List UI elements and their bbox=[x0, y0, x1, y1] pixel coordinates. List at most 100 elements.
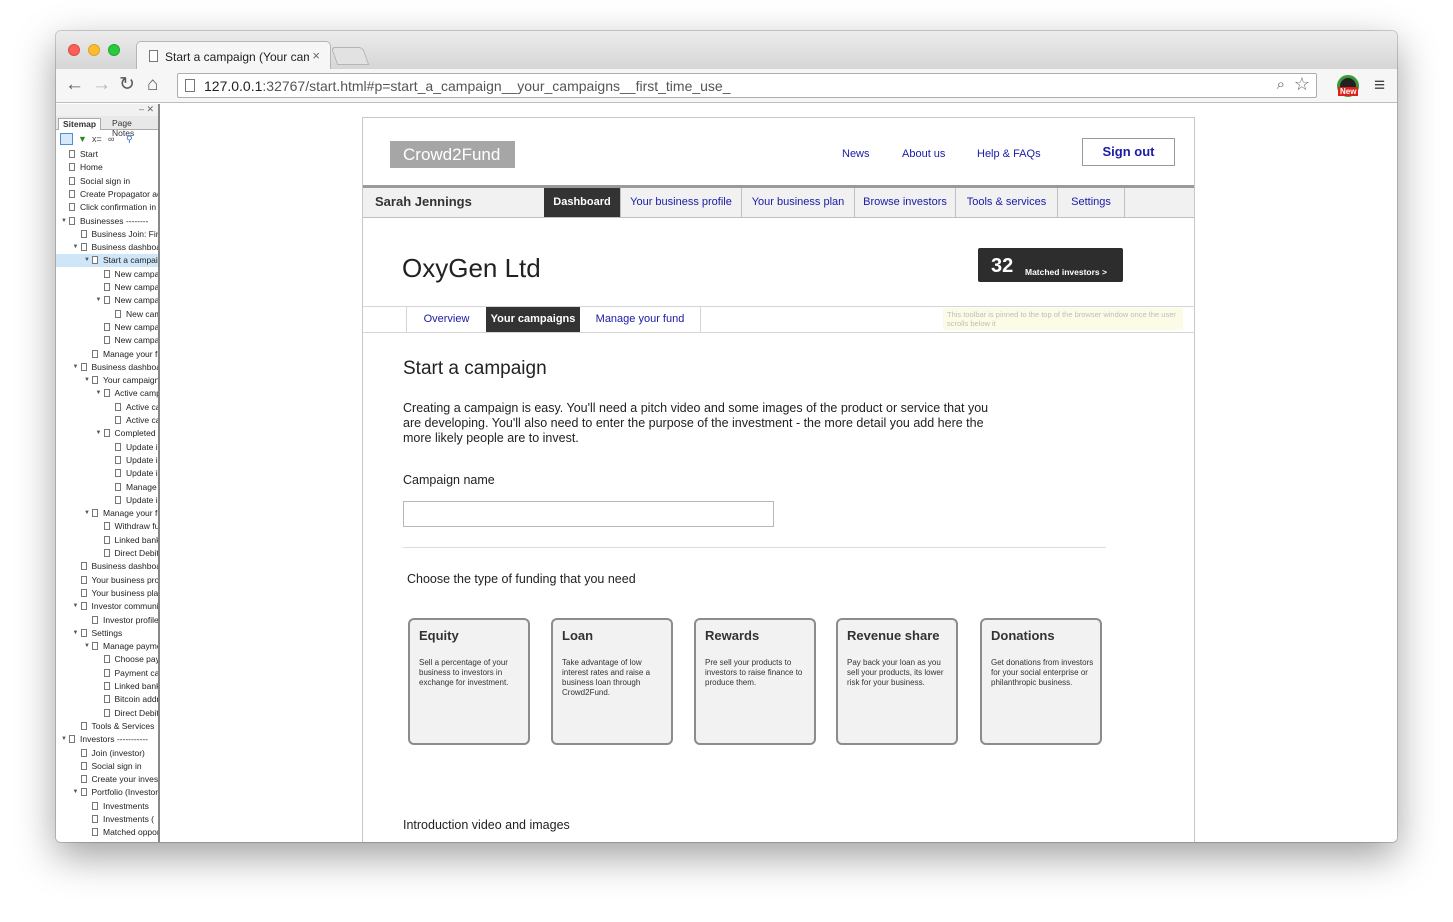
tab-close-icon[interactable]: × bbox=[312, 48, 320, 63]
sitemap-item[interactable]: Update investors bbox=[56, 467, 158, 480]
tab-your-campaigns[interactable]: Your campaigns bbox=[486, 307, 580, 332]
sitemap-item[interactable]: Business Join: First bbox=[56, 228, 158, 241]
sitemap-item[interactable]: Investments bbox=[56, 800, 158, 813]
sitemap-item[interactable]: ▼ Settings bbox=[56, 627, 158, 640]
expand-caret-icon[interactable]: ▼ bbox=[61, 733, 67, 746]
panel-controls[interactable]: ‒ ✕ bbox=[56, 104, 158, 116]
new-tab-button[interactable] bbox=[330, 47, 370, 65]
pages-icon[interactable] bbox=[60, 133, 73, 145]
expand-caret-icon[interactable]: ▼ bbox=[73, 627, 79, 640]
matched-investors-button[interactable]: 32 Matched investors > bbox=[978, 248, 1123, 282]
expand-caret-icon[interactable]: ▼ bbox=[73, 786, 79, 799]
nav-news[interactable]: News bbox=[842, 148, 870, 160]
sitemap-item[interactable]: Join (investor) bbox=[56, 747, 158, 760]
sitemap-item[interactable]: Create Propagator account bbox=[56, 188, 158, 201]
sitemap-item[interactable]: Create your investor bbox=[56, 773, 158, 786]
sitemap-item[interactable]: Social sign in bbox=[56, 175, 158, 188]
sitemap-item[interactable]: Investor profile bbox=[56, 614, 158, 627]
address-bar[interactable]: 127.0.0.1:32767/start.html#p=start_a_cam… bbox=[177, 73, 1317, 98]
sitemap-item[interactable]: ▼ Business dashboard bbox=[56, 361, 159, 374]
zoom-icon[interactable]: ⌕ bbox=[1277, 76, 1285, 93]
bookmark-star-icon[interactable]: ☆ bbox=[1294, 74, 1310, 95]
funding-card-loan[interactable]: Loan Take advantage of low interest rate… bbox=[551, 618, 673, 745]
sitemap-item[interactable]: Direct Debit bbox=[56, 707, 158, 720]
sitemap-item[interactable]: New campaign bbox=[56, 321, 158, 334]
link-icon[interactable]: ∞ bbox=[108, 134, 114, 144]
sitemap-item[interactable]: ▼ Manage your fund bbox=[56, 507, 158, 520]
funding-card-equity[interactable]: Equity Sell a percentage of your busines… bbox=[408, 618, 530, 745]
tab-tools-services[interactable]: Tools & services bbox=[956, 188, 1058, 217]
zoom-window-button[interactable] bbox=[108, 44, 120, 56]
sitemap-item[interactable]: Linked bank bbox=[56, 680, 158, 693]
nav-help-faqs[interactable]: Help & FAQs bbox=[977, 148, 1041, 160]
minimize-window-button[interactable] bbox=[88, 44, 100, 56]
sitemap-item[interactable]: Linked bank bbox=[56, 534, 158, 547]
sitemap-item[interactable]: ▼ Businesses -------- bbox=[56, 215, 158, 228]
sitemap-item[interactable]: Social sign in bbox=[56, 760, 158, 773]
sitemap-item[interactable]: ▼ Completed bbox=[56, 427, 158, 440]
sitemap-item[interactable]: ▼ Start a campaign bbox=[56, 254, 158, 268]
url-text[interactable]: 127.0.0.1:32767/start.html#p=start_a_cam… bbox=[204, 78, 731, 94]
funding-card-revenue-share[interactable]: Revenue share Pay back your loan as you … bbox=[836, 618, 958, 745]
tab-sitemap[interactable]: Sitemap bbox=[58, 118, 102, 130]
sitemap-item[interactable]: Business dashboard bbox=[56, 560, 158, 573]
sitemap-item[interactable]: ▼ Manage payments bbox=[56, 640, 158, 653]
sitemap-item[interactable]: Direct Debit bbox=[56, 547, 158, 560]
reload-icon[interactable]: ↻ bbox=[119, 75, 135, 95]
sitemap-item[interactable]: Active campaign bbox=[56, 414, 158, 427]
sitemap-item[interactable]: Home bbox=[56, 161, 158, 174]
close-window-button[interactable] bbox=[68, 44, 80, 56]
sitemap-item[interactable]: Active campaign bbox=[56, 401, 158, 414]
sitemap-item[interactable]: ▼ Business dashboard bbox=[56, 241, 159, 254]
sitemap-item[interactable]: ▼ Investors ----------- bbox=[56, 733, 158, 746]
back-icon[interactable]: ← bbox=[65, 75, 84, 95]
search-icon[interactable]: ⚲ bbox=[126, 134, 133, 145]
sitemap-item[interactable]: Investments ( bbox=[56, 813, 158, 826]
browser-tab[interactable]: Start a campaign (Your campaigns × bbox=[136, 41, 331, 69]
expand-caret-icon[interactable]: ▼ bbox=[73, 241, 79, 254]
sign-out-button[interactable]: Sign out bbox=[1082, 138, 1175, 166]
funding-card-rewards[interactable]: Rewards Pre sell your products to invest… bbox=[694, 618, 816, 745]
sitemap-item[interactable]: Update investors bbox=[56, 441, 158, 454]
site-logo[interactable]: Crowd2Fund bbox=[390, 141, 515, 168]
tab-settings[interactable]: Settings bbox=[1058, 188, 1125, 217]
sitemap-item[interactable]: ▼ Your campaigns bbox=[56, 374, 158, 387]
sitemap-item[interactable]: ▼ Active campaigns bbox=[56, 387, 159, 400]
expand-caret-icon[interactable]: ▼ bbox=[73, 361, 79, 374]
tab-overview[interactable]: Overview bbox=[406, 307, 486, 332]
sitemap-item[interactable]: Update investors bbox=[56, 494, 158, 507]
expand-caret-icon[interactable]: ▼ bbox=[73, 600, 79, 613]
expand-caret-icon[interactable]: ▼ bbox=[84, 254, 90, 267]
expand-caret-icon[interactable]: ▼ bbox=[96, 387, 102, 400]
expand-caret-icon[interactable]: ▼ bbox=[96, 427, 102, 440]
funding-card-donations[interactable]: Donations Get donations from investors f… bbox=[980, 618, 1102, 745]
sitemap-item[interactable]: ▼ Portfolio (Investor) bbox=[56, 786, 159, 799]
expand-caret-icon[interactable]: ▼ bbox=[96, 294, 102, 307]
nav-about-us[interactable]: About us bbox=[902, 148, 945, 160]
tab-business-profile[interactable]: Your business profile bbox=[621, 188, 742, 217]
sitemap-item[interactable]: New campaign bbox=[56, 334, 158, 347]
sitemap-item[interactable]: Your business plan bbox=[56, 587, 158, 600]
sitemap-item[interactable]: Withdraw funds bbox=[56, 520, 158, 533]
tab-business-plan[interactable]: Your business plan bbox=[742, 188, 855, 217]
menu-icon[interactable]: ≡ bbox=[1374, 75, 1385, 97]
expand-caret-icon[interactable]: ▼ bbox=[84, 507, 90, 520]
sitemap-item[interactable]: Matched opportunities bbox=[56, 826, 158, 839]
sitemap-item[interactable]: ▼ Investor community bbox=[56, 600, 159, 613]
expand-caret-icon[interactable]: ▼ bbox=[84, 374, 90, 387]
flow-icon[interactable]: ▼ bbox=[78, 134, 87, 144]
campaign-name-input[interactable] bbox=[403, 501, 774, 527]
sitemap-item[interactable]: New campaign bbox=[56, 268, 158, 281]
home-icon[interactable]: ⌂ bbox=[147, 75, 158, 95]
tab-dashboard[interactable]: Dashboard bbox=[544, 188, 621, 217]
sitemap-item[interactable]: Choose payment bbox=[56, 653, 158, 666]
sitemap-item[interactable]: New campaign bbox=[56, 308, 158, 321]
sitemap-item[interactable]: Manage bbox=[56, 481, 158, 494]
sitemap-item[interactable]: Start bbox=[56, 148, 158, 161]
tab-manage-fund[interactable]: Manage your fund bbox=[580, 307, 701, 332]
sitemap-item[interactable]: Tools & Services bbox=[56, 720, 158, 733]
expand-caret-icon[interactable]: ▼ bbox=[61, 215, 67, 228]
extension-icon[interactable]: New bbox=[1337, 75, 1359, 97]
sitemap-item[interactable]: Manage your fund bbox=[56, 348, 158, 361]
sitemap-item[interactable]: Your business profile bbox=[56, 574, 158, 587]
